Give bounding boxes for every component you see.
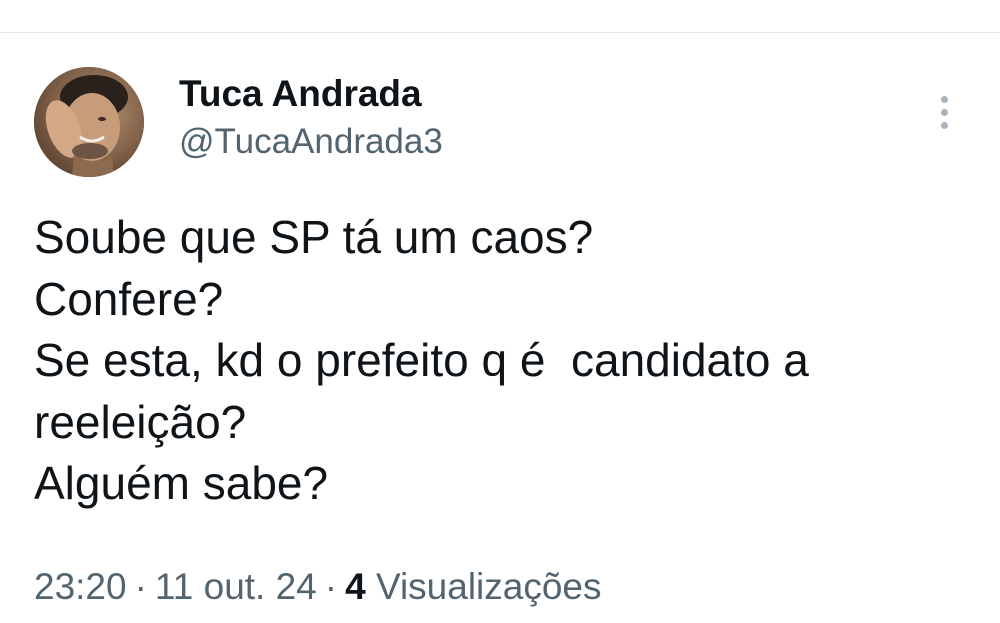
tweet-text-line: reeleição? bbox=[34, 395, 247, 448]
tweet-text-line: Se esta, kd o prefeito q é candidato a bbox=[34, 334, 809, 386]
tweet-text-line: Soube que SP tá um caos? bbox=[34, 211, 594, 263]
tweet-text-line: Alguém sabe? bbox=[34, 457, 329, 509]
views-label[interactable]: Visualizações bbox=[376, 566, 602, 607]
more-vertical-icon-dot bbox=[940, 121, 948, 129]
more-options-button[interactable] bbox=[926, 88, 962, 136]
author-display-name[interactable]: Tuca Andrada bbox=[179, 70, 443, 118]
meta-separator: · bbox=[134, 566, 147, 607]
tweet-author: Tuca Andrada @TucaAndrada3 bbox=[179, 70, 443, 166]
more-vertical-icon-dot bbox=[940, 108, 948, 116]
tweet-date[interactable]: 11 out. 24 bbox=[155, 566, 317, 607]
top-divider bbox=[0, 32, 1000, 33]
more-vertical-icon bbox=[940, 95, 948, 103]
meta-separator: · bbox=[324, 566, 338, 607]
views-count[interactable]: 4 bbox=[345, 566, 366, 607]
tweet-time[interactable]: 23:20 bbox=[34, 566, 127, 607]
tweet-text-line: Confere? bbox=[34, 272, 224, 325]
author-handle[interactable]: @TucaAndrada3 bbox=[179, 118, 443, 166]
avatar-photo-icon bbox=[34, 67, 144, 177]
tweet-meta: 23:20 · 11 out. 24 · 4 Visualizações bbox=[34, 564, 602, 610]
avatar[interactable] bbox=[34, 67, 144, 177]
tweet-text: Soube que SP tá um caos? Confere? Se est… bbox=[34, 207, 974, 515]
